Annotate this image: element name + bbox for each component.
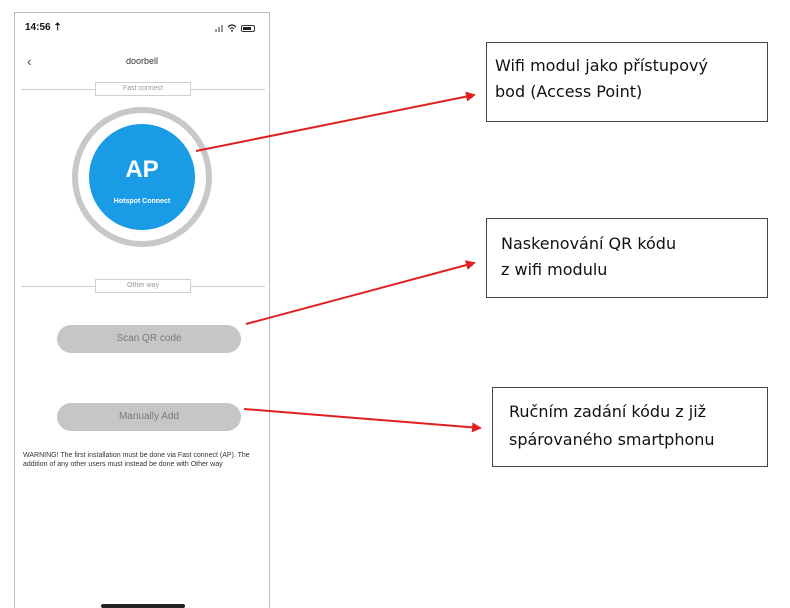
ap-hotspot-button[interactable]: AP Hotspot Connect [72, 107, 212, 247]
callout-ap-line-2: bod (Access Point) [495, 82, 643, 101]
page-title: doorbell [125, 56, 159, 66]
callout-qr-line-2: z wifi modulu [501, 260, 608, 279]
status-icons [215, 23, 255, 33]
arrow-to-manual-callout [243, 408, 482, 433]
battery-icon [241, 24, 255, 32]
callout-manual-line-2: spárovaného smartphonu [509, 430, 715, 449]
home-indicator [101, 604, 185, 608]
callout-ap-line-1: Wifi modul jako přístupový [495, 56, 708, 75]
wifi-icon [227, 24, 237, 32]
nav-bar: ‹ doorbell [15, 47, 269, 77]
status-time: 14:56 ⇡ [25, 22, 62, 33]
ap-circle[interactable]: AP Hotspot Connect [89, 124, 195, 230]
callout-qr-line-1: Naskenování QR kódu [501, 234, 677, 253]
callout-qr-scan: Naskenování QR kódu z wifi modulu [486, 218, 768, 298]
callout-manual-line-1: Ručním zadání kódu z již [509, 402, 707, 421]
arrow-to-qr-callout [245, 260, 476, 325]
status-bar: 14:56 ⇡ [15, 13, 269, 47]
ap-title: AP [125, 156, 159, 183]
ap-subtitle: Hotspot Connect [113, 198, 171, 205]
signal-icon [215, 24, 223, 32]
section-label-fast-connect: Fast connect [95, 82, 191, 96]
scan-qr-button[interactable]: Scan QR code [57, 325, 241, 353]
manually-add-button[interactable]: Manually Add [57, 403, 241, 431]
callout-access-point: Wifi modul jako přístupový bod (Access P… [486, 42, 768, 122]
section-label-other-way: Other way [95, 279, 191, 293]
callout-manual-add: Ručním zadání kódu z již spárovaného sma… [492, 387, 768, 467]
phone-screen: 14:56 ⇡ ‹ doorbell Fast connect AP Hotsp… [14, 12, 270, 608]
warning-text: WARNING! The first installation must be … [23, 452, 250, 468]
